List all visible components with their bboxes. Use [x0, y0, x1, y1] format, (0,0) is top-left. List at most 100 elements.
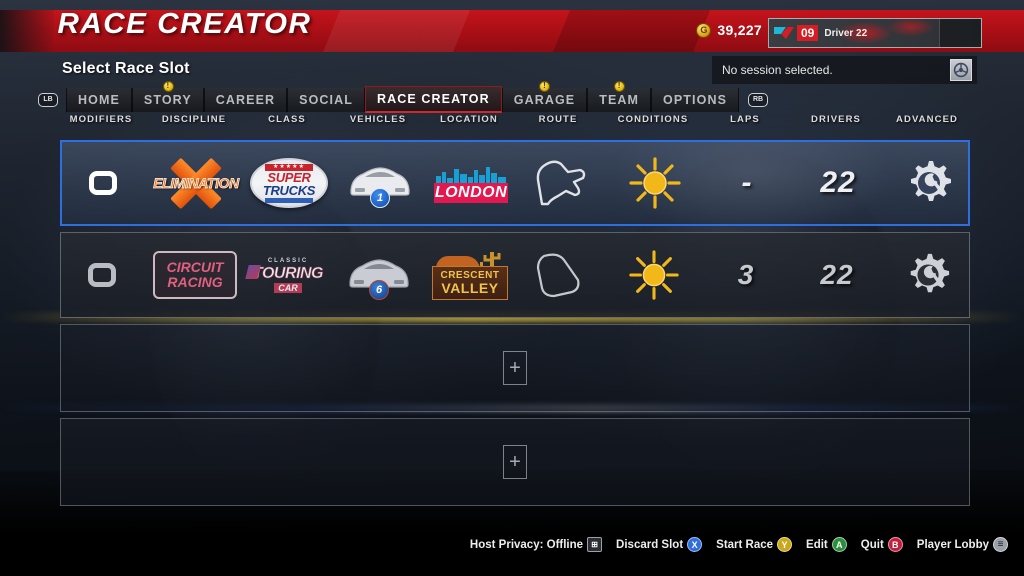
coin-g-icon: G [696, 22, 712, 38]
steering-wheel-icon[interactable] [950, 59, 972, 81]
slot-advanced-cell[interactable] [904, 142, 954, 224]
nav-tab-race-creator[interactable]: RACE CREATOR [365, 86, 502, 113]
column-header-row: MODIFIERS DISCIPLINE CLASS VEHICLES LOCA… [0, 114, 1024, 134]
slot-advanced-cell[interactable] [904, 233, 952, 317]
slot-laps-cell[interactable]: - [742, 142, 753, 224]
slot-discipline-cell[interactable]: CIRCUIT RACING [153, 233, 237, 317]
drivers-value: 22 [820, 166, 856, 199]
footer-prompt-start-race[interactable]: Start Race Y [716, 537, 793, 552]
location-badge-box: CRESCENT VALLEY [432, 266, 508, 300]
footer-action-bar: Host Privacy: Offline ⊞ Discard Slot X S… [470, 537, 1008, 552]
column-header-advanced: ADVANCED [896, 114, 958, 125]
vehicle-count-badge: 1 [370, 188, 390, 208]
column-header-route: ROUTE [538, 114, 578, 125]
slot-location-cell[interactable]: CRESCENT VALLEY [428, 233, 512, 317]
race-slot-row[interactable]: ELIMINATION ★★★★★ SUPER TRUCKS 1 LONDON … [60, 140, 970, 226]
column-header-drivers: DRIVERS [811, 114, 861, 125]
footer-prompt-label: Edit [806, 538, 828, 551]
nav-tab-label: OPTIONS [663, 92, 728, 107]
alert-badge-icon: ! [539, 80, 551, 92]
slot-drivers-cell[interactable]: 22 [820, 233, 853, 317]
footer-prompt-label: Discard Slot [616, 538, 684, 551]
slot-class-cell[interactable]: ★★★★★ SUPER TRUCKS [250, 142, 328, 224]
laps-value: 3 [737, 259, 755, 290]
sun-icon [629, 157, 681, 209]
slot-drivers-cell[interactable]: 22 [820, 142, 855, 224]
footer-prompt-discard-slot[interactable]: Discard Slot X [616, 537, 703, 552]
drivers-value: 22 [820, 259, 854, 290]
slot-discipline-cell[interactable]: ELIMINATION [152, 142, 240, 224]
race-creator-screen: RACE CREATOR G 39,227 09 Driver 22 Selec… [0, 0, 1024, 576]
nav-tab-career[interactable]: CAREER [203, 87, 288, 112]
view-button-icon: ⊞ [587, 537, 603, 552]
race-slot-list: ELIMINATION ★★★★★ SUPER TRUCKS 1 LONDON … [60, 140, 970, 512]
vehicle-count-badge: 6 [369, 280, 389, 300]
session-status-text: No session selected. [722, 63, 833, 77]
nav-tab-garage[interactable]: ! GARAGE [501, 80, 588, 112]
slot-route-cell[interactable] [528, 233, 590, 317]
nav-tab-label: GARAGE [513, 92, 576, 107]
footer-prompt-edit[interactable]: Edit A [806, 537, 847, 552]
menu-button-icon: ≡ [993, 537, 1008, 552]
nav-tab-social[interactable]: SOCIAL [287, 87, 365, 112]
slot-class-cell[interactable]: CLASSIC TOURING CAR [245, 233, 331, 317]
footer-prompt-host-privacy[interactable]: Host Privacy: Offline ⊞ [469, 537, 603, 552]
footer-prompt-label: Host Privacy: Offline [469, 538, 584, 551]
race-slot-row[interactable]: CIRCUIT RACING CLASSIC TOURING CAR 6 CRE… [60, 232, 970, 318]
slot-route-cell[interactable] [528, 142, 592, 224]
page-subtitle: Select Race Slot [62, 60, 190, 77]
class-label-tagline: CLASSIC [267, 257, 309, 264]
nav-tab-label: RACE CREATOR [377, 92, 490, 106]
footer-prompt-label: Quit [860, 538, 884, 551]
add-race-slot-button[interactable]: + [503, 445, 527, 479]
discipline-label: ELIMINATION [153, 175, 240, 192]
add-race-slot-button[interactable]: + [503, 351, 527, 385]
location-badge-crescent-valley: CRESCENT VALLEY [428, 248, 512, 302]
class-label-line1: SUPER [267, 169, 311, 185]
slot-laps-cell[interactable]: 3 [738, 233, 755, 317]
slot-location-cell[interactable]: LONDON [428, 142, 514, 224]
discipline-badge-elimination: ELIMINATION [152, 157, 240, 210]
modifier-slot-icon [88, 263, 116, 287]
track-outline-london-icon [536, 160, 586, 206]
nav-tab-options[interactable]: OPTIONS [651, 87, 740, 112]
right-bumper-icon[interactable]: RB [748, 92, 769, 107]
player-name: Driver 22 [824, 27, 868, 39]
slot-vehicles-cell[interactable]: 1 [345, 142, 415, 224]
nav-tab-label: CAREER [215, 92, 276, 107]
currency-value: 39,227 [717, 22, 762, 38]
track-outline-crescent-icon [536, 253, 580, 298]
class-label-main: TOURING [253, 264, 324, 282]
nav-tab-label: SOCIAL [299, 92, 353, 107]
nav-tab-label: STORY [143, 92, 192, 107]
title-bar-left-shade [0, 10, 54, 52]
title-bar-streak [544, 10, 716, 52]
nav-tab-team[interactable]: ! TEAM [587, 80, 652, 112]
x-button-icon: X [687, 537, 703, 552]
slot-conditions-cell[interactable] [627, 233, 681, 317]
location-badge-london: LONDON [428, 159, 514, 207]
slot-conditions-cell[interactable] [627, 142, 683, 224]
class-badge-super-trucks: ★★★★★ SUPER TRUCKS [250, 158, 328, 208]
player-card[interactable]: 09 Driver 22 [768, 18, 982, 48]
london-skyline-icon [436, 167, 506, 185]
gear-wrench-icon [911, 161, 951, 201]
left-bumper-icon[interactable]: LB [38, 92, 58, 107]
slot-modifiers-cell[interactable] [88, 233, 116, 317]
location-label-line2: VALLEY [441, 280, 499, 296]
slot-modifiers-cell[interactable] [89, 142, 117, 224]
footer-prompt-quit[interactable]: Quit B [861, 537, 903, 552]
footer-prompt-player-lobby[interactable]: Player Lobby ≡ [917, 537, 1008, 552]
team-flag-icon [774, 27, 794, 39]
race-slot-row-empty[interactable]: + [60, 324, 970, 412]
a-button-icon: A [831, 537, 847, 552]
alert-badge-icon: ! [162, 80, 174, 92]
class-badge-classic-touring-car: CLASSIC TOURING CAR [245, 253, 331, 297]
alert-badge-icon: ! [614, 80, 626, 92]
slot-vehicles-cell[interactable]: 6 [344, 233, 414, 317]
y-button-icon: Y [777, 537, 793, 552]
nav-tab-home[interactable]: HOME [66, 87, 132, 112]
nav-tab-story[interactable]: ! STORY [131, 80, 204, 112]
location-label: LONDON [434, 183, 508, 203]
race-slot-row-empty[interactable]: + [60, 418, 970, 506]
